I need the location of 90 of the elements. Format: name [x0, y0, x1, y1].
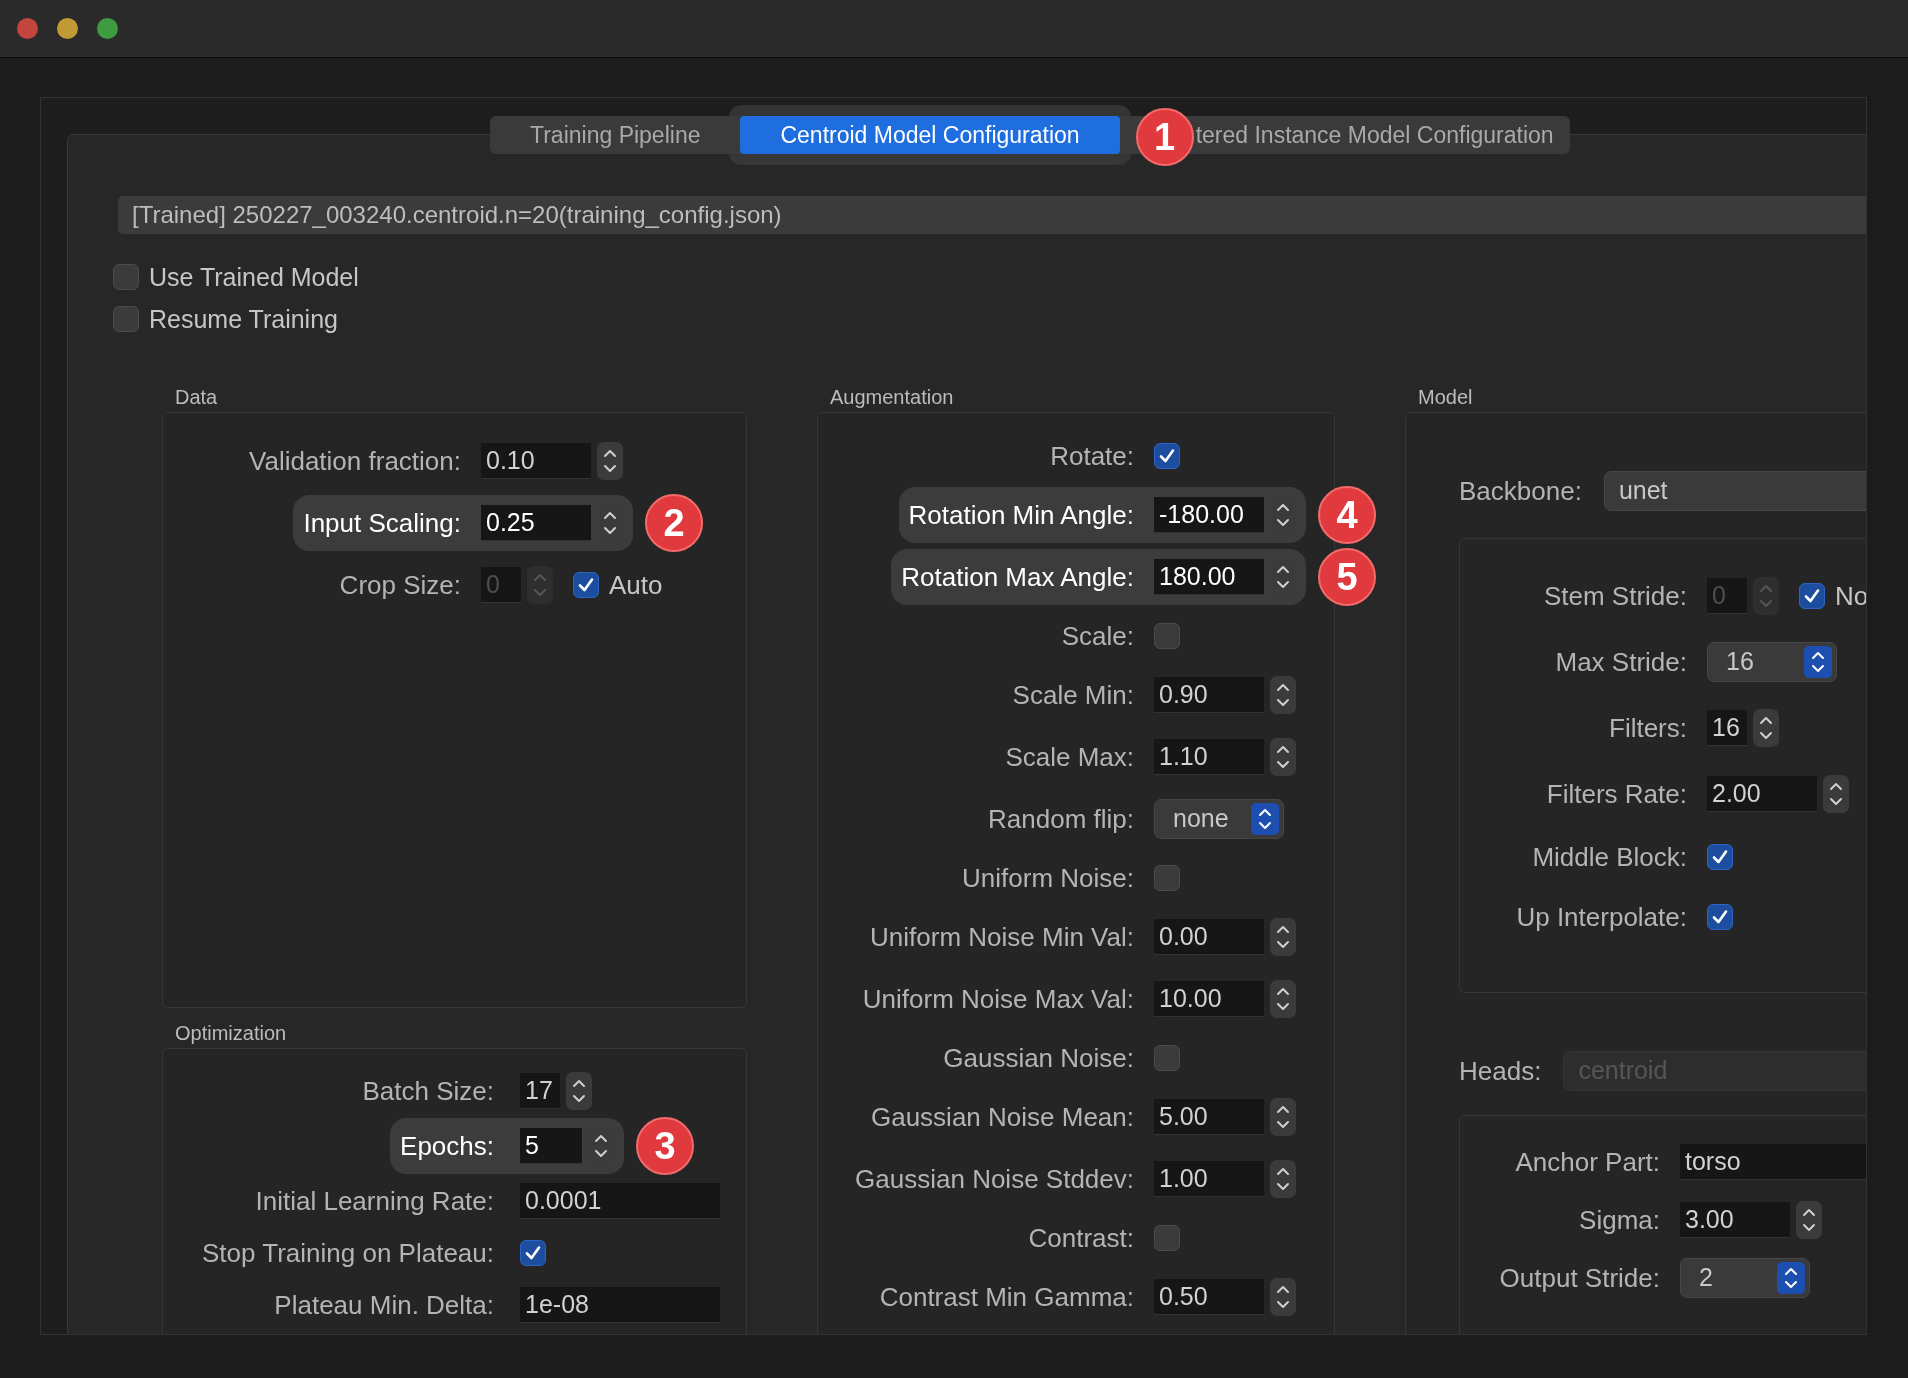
- stepper-button[interactable]: [1753, 709, 1779, 747]
- input-field[interactable]: 0.0001: [520, 1183, 720, 1219]
- field-label: Gaussian Noise Stddev:: [855, 1162, 1134, 1196]
- field-label: Scale:: [1061, 619, 1134, 653]
- group-title: Optimization: [174, 1021, 288, 1042]
- input-field[interactable]: 5.00: [1154, 1099, 1264, 1135]
- stepper-button[interactable]: [1270, 676, 1296, 714]
- input-field[interactable]: 17: [520, 1073, 560, 1109]
- checkbox[interactable]: [1707, 904, 1733, 930]
- callout-badge: 3: [636, 1117, 694, 1175]
- stepper-button[interactable]: [1270, 918, 1296, 956]
- stepper-button[interactable]: [1270, 738, 1296, 776]
- input-field[interactable]: 0.50: [1154, 1279, 1264, 1315]
- stepper-button[interactable]: [597, 442, 623, 480]
- checkbox[interactable]: [1154, 865, 1180, 891]
- dropdown[interactable]: unet: [1603, 471, 1866, 511]
- group-title: Data: [174, 385, 219, 406]
- stepper-button[interactable]: [1823, 775, 1849, 813]
- checkbox[interactable]: [1154, 1045, 1180, 1071]
- group-title: Model: [1417, 385, 1474, 406]
- dropdown[interactable]: none: [1154, 799, 1284, 839]
- callout-badge: 4: [1318, 486, 1376, 544]
- input-field[interactable]: 0.10: [481, 443, 591, 479]
- checkbox[interactable]: [113, 306, 139, 332]
- field-label: Sigma:: [1579, 1203, 1660, 1237]
- window-control-icon[interactable]: [17, 18, 38, 39]
- checkbox[interactable]: [1154, 443, 1180, 469]
- field-label: Contrast Min Gamma:: [879, 1280, 1134, 1314]
- dropdown-stepper-icon: [1804, 646, 1832, 678]
- stepper-button[interactable]: [566, 1072, 592, 1110]
- dropdown-stepper-icon: [1251, 803, 1279, 835]
- input-field[interactable]: 180.00: [1154, 559, 1264, 595]
- callout-badge: 5: [1318, 548, 1376, 606]
- input-field[interactable]: 10.00: [1154, 981, 1264, 1017]
- field-label: Plateau Min. Delta:: [274, 1288, 494, 1322]
- input-field[interactable]: 5: [520, 1128, 582, 1164]
- model-path-bar[interactable]: [Trained] 250227_003240.centroid.n=20(training_config.json): [118, 196, 1866, 234]
- checkbox[interactable]: [1154, 1225, 1180, 1251]
- checkbox-label: Resume Training: [149, 306, 338, 332]
- field-label: Rotate:: [1050, 439, 1134, 473]
- field-label: Max Stride:: [1555, 645, 1687, 679]
- window-control-icon[interactable]: [97, 18, 118, 39]
- field-label: Backbone:: [1459, 474, 1582, 508]
- dropdown[interactable]: 16: [1707, 642, 1837, 682]
- input-field[interactable]: 1.00: [1154, 1161, 1264, 1197]
- checkbox[interactable]: [1154, 623, 1180, 649]
- input-field[interactable]: 0.00: [1154, 919, 1264, 955]
- checkbox-label: Use Trained Model: [149, 264, 359, 290]
- dropdown-stepper-icon: [1777, 1262, 1805, 1294]
- stepper-button[interactable]: [1270, 1160, 1296, 1198]
- input-field[interactable]: 1e-08: [520, 1287, 720, 1323]
- field-label: Filters:: [1609, 711, 1687, 745]
- field-label: Scale Min:: [1012, 678, 1134, 712]
- field-label: Heads:: [1459, 1054, 1542, 1088]
- field-label: Uniform Noise Min Val:: [870, 920, 1134, 954]
- field-label: Uniform Noise Max Val:: [862, 982, 1134, 1016]
- field-label: Stop Training on Plateau:: [202, 1236, 494, 1270]
- field-label: Filters Rate:: [1546, 777, 1687, 811]
- input-field[interactable]: 1.10: [1154, 739, 1264, 775]
- input-field[interactable]: 0.90: [1154, 677, 1264, 713]
- field-label: Anchor Part:: [1515, 1145, 1660, 1179]
- input-field[interactable]: 0.25: [481, 505, 591, 541]
- field-label: Batch Size:: [362, 1074, 494, 1108]
- field-label: Up Interpolate:: [1516, 900, 1687, 934]
- input-field[interactable]: 2.00: [1707, 776, 1817, 812]
- group-title: Augmentation: [829, 385, 955, 406]
- field-label: Contrast:: [1028, 1221, 1134, 1255]
- checkbox[interactable]: [1707, 844, 1733, 870]
- stepper-button[interactable]: [1270, 1098, 1296, 1136]
- checkbox[interactable]: [113, 264, 139, 290]
- checkbox[interactable]: [520, 1240, 546, 1266]
- field-label: Validation fraction:: [249, 444, 461, 478]
- input-field[interactable]: 16: [1707, 710, 1747, 746]
- field-label: Crop Size:: [339, 568, 461, 602]
- field-label: Scale Max:: [1005, 740, 1134, 774]
- checkbox-label: Auto: [609, 568, 663, 602]
- field-label: Uniform Noise:: [962, 861, 1134, 895]
- field-label: Stem Stride:: [1543, 579, 1687, 613]
- field-label: Gaussian Noise Mean:: [870, 1100, 1134, 1134]
- field-label: Gaussian Noise:: [943, 1041, 1134, 1075]
- field-label: Initial Learning Rate:: [255, 1184, 494, 1218]
- field-label: Random flip:: [988, 802, 1134, 836]
- field-label: Middle Block:: [1532, 840, 1687, 874]
- stepper-button[interactable]: [1270, 1278, 1296, 1316]
- field-label: Output Stride:: [1499, 1261, 1660, 1295]
- window-control-icon[interactable]: [57, 18, 78, 39]
- stepper-button[interactable]: [1796, 1201, 1822, 1239]
- input-field[interactable]: -180.00: [1154, 497, 1264, 533]
- callout-badge: 2: [645, 494, 703, 552]
- stepper-button[interactable]: [1270, 980, 1296, 1018]
